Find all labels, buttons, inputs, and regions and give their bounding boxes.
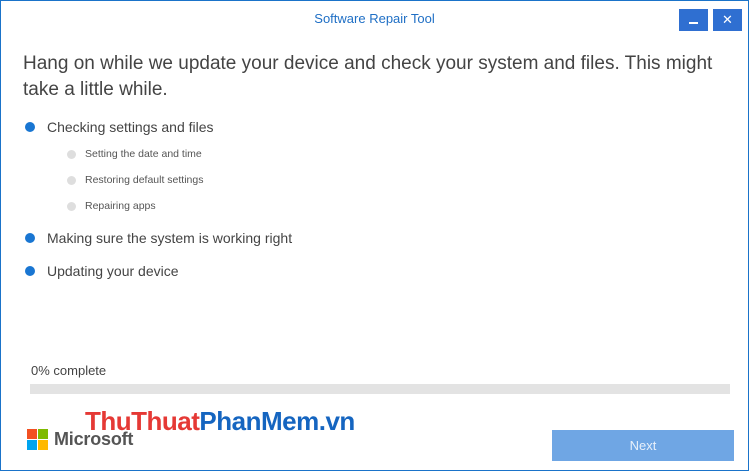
substep-bullet-icon xyxy=(67,201,76,211)
logo-square xyxy=(27,440,37,450)
logo-square xyxy=(27,429,37,439)
step-bullet-icon xyxy=(25,233,35,243)
substep-date-time: Setting the date and time xyxy=(67,148,202,160)
close-icon: ✕ xyxy=(722,12,733,27)
step-label: Checking settings and files xyxy=(47,119,214,135)
substep-default-settings: Restoring default settings xyxy=(67,174,203,186)
step-bullet-icon xyxy=(25,122,35,132)
microsoft-logo: Microsoft xyxy=(27,429,133,450)
step-checking-settings: Checking settings and files xyxy=(25,119,214,135)
page-heading: Hang on while we update your device and … xyxy=(23,53,713,100)
step-system-working: Making sure the system is working right xyxy=(25,230,292,246)
substep-label: Restoring default settings xyxy=(85,174,204,186)
watermark-part2: PhanMem.vn xyxy=(199,406,355,436)
step-label: Updating your device xyxy=(47,263,179,279)
step-bullet-icon xyxy=(25,266,35,276)
repair-tool-window: Software Repair Tool ✕ Hang on while we … xyxy=(0,0,749,471)
minimize-icon xyxy=(689,22,698,24)
progress-label: 0% complete xyxy=(31,363,107,378)
close-button[interactable]: ✕ xyxy=(713,9,742,31)
progress-bar xyxy=(30,384,730,394)
next-button[interactable]: Next xyxy=(552,430,734,461)
microsoft-logo-text: Microsoft xyxy=(54,429,134,449)
step-updating-device: Updating your device xyxy=(25,263,179,279)
substep-label: Setting the date and time xyxy=(85,148,202,160)
substep-label: Repairing apps xyxy=(85,200,156,212)
title-bar: Software Repair Tool ✕ xyxy=(1,1,748,37)
substep-bullet-icon xyxy=(67,149,76,159)
minimize-button[interactable] xyxy=(679,9,708,31)
substep-repairing-apps: Repairing apps xyxy=(67,200,156,212)
substep-bullet-icon xyxy=(67,175,76,185)
logo-square xyxy=(38,440,48,450)
step-label: Making sure the system is working right xyxy=(47,230,293,246)
window-title: Software Repair Tool xyxy=(314,11,435,26)
microsoft-logo-icon xyxy=(27,429,48,450)
logo-square xyxy=(38,429,48,439)
